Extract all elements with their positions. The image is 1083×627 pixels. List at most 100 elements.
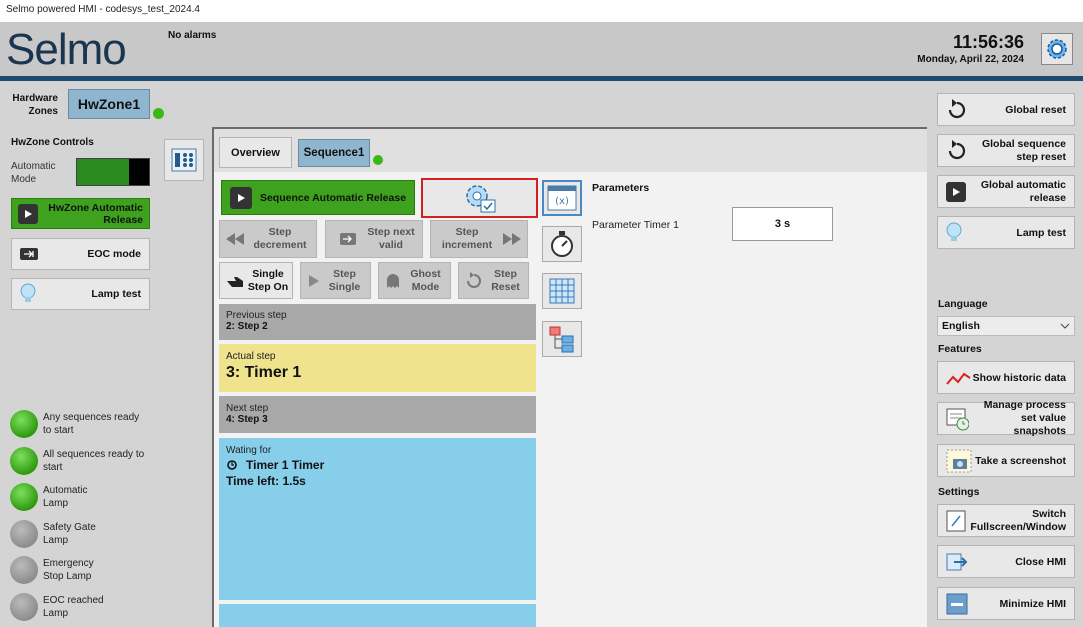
hwzone-automatic-release-button[interactable]: HwZone Automatic Release	[11, 198, 150, 229]
release-label: HwZone Automatic Release	[48, 201, 143, 226]
switch-fullscreen-button[interactable]: Switch Fullscreen/Window	[937, 504, 1075, 537]
settings-label: Settings	[938, 486, 980, 498]
camera-icon	[946, 449, 972, 472]
toggle-knob	[129, 159, 149, 185]
ghost-mode-button[interactable]: Ghost Mode	[378, 262, 451, 299]
global-sequence-step-reset-button[interactable]: Global sequence step reset	[937, 134, 1075, 167]
automatic-mode-label: Automatic Mode	[11, 161, 56, 185]
tab-overview[interactable]: Overview	[219, 137, 292, 168]
play-icon	[18, 203, 38, 224]
waiting-label: Wating for	[226, 445, 272, 456]
previous-step-value: 2: Step 2	[226, 321, 268, 332]
flow-view-button[interactable]	[542, 321, 582, 357]
play-outline-icon	[309, 274, 319, 287]
take-screenshot-button[interactable]: Take a screenshot	[937, 444, 1075, 477]
svg-text:(x): (x)	[555, 196, 569, 207]
timers-view-button[interactable]	[542, 226, 582, 262]
grid-icon	[549, 278, 575, 304]
manage-snapshots-button[interactable]: Manage process set value snapshots	[937, 399, 1075, 437]
fullscreen-icon	[946, 510, 966, 531]
gear-check-icon	[465, 185, 495, 213]
zone-io-button[interactable]	[164, 139, 204, 181]
step-decrement-label: Step decrement	[253, 226, 307, 251]
tab-sequence1[interactable]: Sequence1	[298, 139, 370, 167]
show-historic-data-button[interactable]: Show historic data	[937, 361, 1075, 394]
lamp-indicator	[10, 410, 38, 438]
lamp-label: Emergency Stop Lamp	[43, 558, 94, 582]
lamp-indicator	[10, 593, 38, 621]
lamp-test-button-right[interactable]: Lamp test	[937, 216, 1075, 249]
ghost-icon	[387, 273, 399, 288]
gear-icon	[1047, 39, 1067, 59]
play-icon	[946, 181, 966, 202]
features-label: Features	[938, 343, 982, 355]
step-decrement-button[interactable]: Step decrement	[219, 220, 317, 258]
previous-step-label: Previous step	[226, 310, 287, 321]
flowchart-icon	[549, 326, 574, 353]
global-automatic-release-label: Global automatic release	[980, 178, 1066, 204]
lamp-item: Safety Gate Lamp	[10, 520, 103, 548]
parameter-value-input[interactable]: 3 s	[732, 207, 833, 241]
sequence-automatic-release-button[interactable]: Sequence Automatic Release	[221, 180, 415, 215]
single-step-on-button[interactable]: Single Step On	[219, 262, 293, 299]
language-select[interactable]: English	[937, 316, 1075, 336]
sequence-settings-button[interactable]	[421, 178, 538, 218]
lamp-label: Any sequences ready to start	[43, 412, 140, 436]
step-reset-label: Step Reset	[491, 267, 520, 293]
lamp-list: Any sequences ready to start All sequenc…	[10, 410, 190, 625]
reset-icon	[467, 271, 481, 288]
next-valid-icon	[340, 233, 356, 245]
eoc-mode-label: EOC mode	[87, 248, 141, 260]
stopwatch-icon	[551, 231, 573, 257]
waiting-box: Wating for Timer 1 Timer Time left: 1.5s	[219, 438, 536, 600]
parameters-view-button[interactable]: (x)	[542, 180, 582, 216]
eoc-mode-button[interactable]: EOC mode	[11, 238, 150, 270]
step-next-valid-label: Step next valid	[367, 226, 415, 251]
parameters-title: Parameters	[592, 182, 650, 194]
global-reset-button[interactable]: Global reset	[937, 93, 1075, 126]
lamp-item: Emergency Stop Lamp	[10, 556, 103, 584]
hw-zone-status-dot	[153, 108, 164, 119]
show-historic-data-label: Show historic data	[972, 371, 1066, 384]
sequence-release-label: Sequence Automatic Release	[259, 191, 407, 204]
step-next-valid-button[interactable]: Step next valid	[325, 220, 423, 258]
lamp-label: All sequences ready to start	[43, 449, 145, 473]
step-increment-label: Step increment	[441, 226, 493, 251]
table-view-button[interactable]	[542, 273, 582, 309]
lamp-indicator	[10, 520, 38, 548]
io-panel-icon	[171, 148, 197, 172]
hw-zone-button[interactable]: HwZone1	[68, 89, 150, 119]
lightbulb-icon	[20, 283, 36, 302]
next-step-value: 4: Step 3	[226, 414, 268, 425]
settings-button[interactable]	[1041, 33, 1073, 65]
automatic-mode-toggle[interactable]	[76, 158, 150, 186]
take-screenshot-label: Take a screenshot	[975, 454, 1066, 467]
eoc-icon	[20, 248, 38, 260]
waiting-box-next	[219, 604, 536, 627]
step-single-label: Step Single	[328, 267, 361, 293]
reset-icon	[948, 98, 966, 118]
minimize-hmi-button[interactable]: Minimize HMI	[937, 587, 1075, 620]
alarm-status: No alarms	[168, 30, 217, 41]
global-automatic-release-button[interactable]: Global automatic release	[937, 175, 1075, 208]
language-label: Language	[938, 298, 988, 310]
minimize-icon	[946, 593, 968, 614]
switch-fullscreen-label: Switch Fullscreen/Window	[970, 507, 1066, 533]
play-icon	[230, 186, 252, 209]
header-divider	[0, 76, 1083, 81]
line-chart-icon	[946, 372, 971, 385]
lamp-test-label-left: Lamp test	[91, 288, 141, 300]
lamp-item: All sequences ready to start	[10, 447, 148, 475]
step-increment-button[interactable]: Step increment	[430, 220, 528, 258]
global-sequence-step-reset-label: Global sequence step reset	[981, 137, 1066, 163]
step-reset-button[interactable]: Step Reset	[458, 262, 529, 299]
parameter-name: Parameter Timer 1	[592, 219, 679, 231]
lamp-test-button-left[interactable]: Lamp test	[11, 278, 150, 310]
hand-pointer-icon	[227, 276, 243, 287]
close-hmi-button[interactable]: Close HMI	[937, 545, 1075, 578]
lamp-label: Safety Gate Lamp	[43, 522, 96, 546]
manage-snapshots-label: Manage process set value snapshots	[983, 399, 1066, 437]
window-title: Selmo powered HMI - codesys_test_2024.4	[0, 0, 1083, 22]
step-single-button[interactable]: Step Single	[300, 262, 371, 299]
lightbulb-icon	[946, 222, 962, 241]
